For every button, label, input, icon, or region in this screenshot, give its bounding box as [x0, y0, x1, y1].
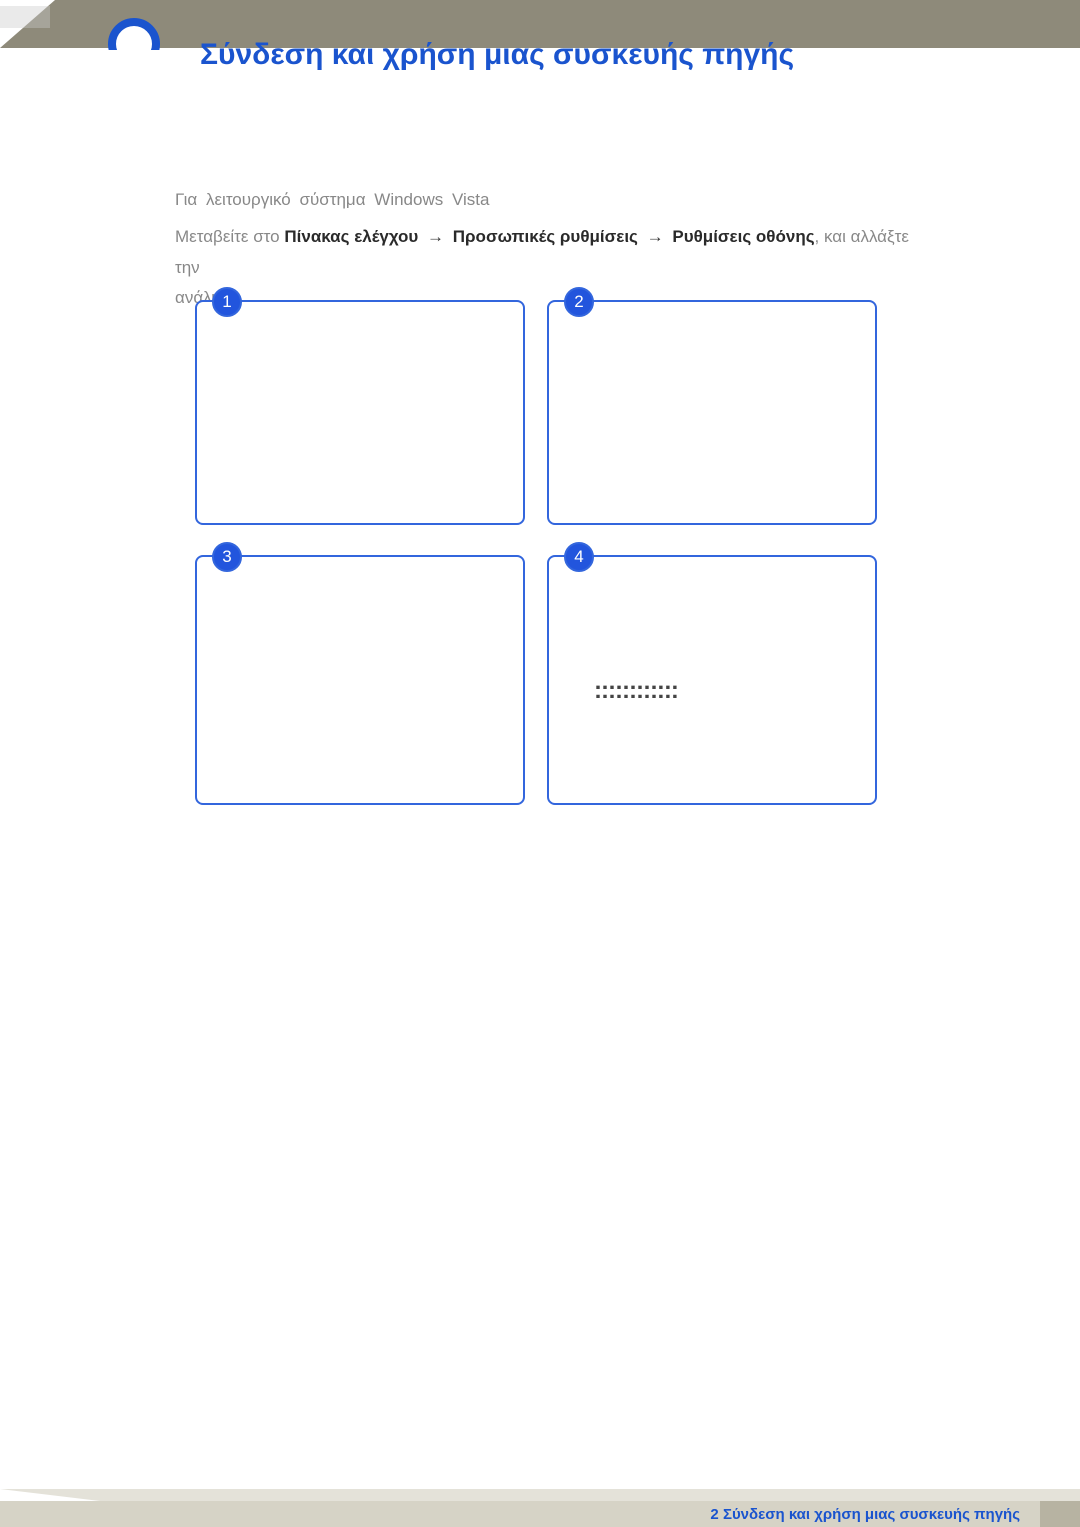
os-line: Για λειτουργικό σύστημα Windows Vista	[175, 190, 925, 210]
section-title: Σύνδεση και χρήση μιας συσκευής πηγής	[200, 38, 794, 72]
footer-chapter-number: 2	[710, 1506, 718, 1523]
step-badge-3: 3	[212, 542, 242, 572]
footer-bar-dark: 2 Σύνδεση και χρήση μιας συσκευής πηγής	[0, 1501, 1080, 1527]
path-segment-3: Ρυθμίσεις οθόνης	[672, 227, 814, 246]
footer-bar-light	[0, 1489, 1080, 1501]
screenshot-box-4: 4 ::::::::::::	[547, 555, 877, 805]
path-segment-2: Προσωπικές ρυθμίσεις	[453, 227, 638, 246]
footer-page-box	[1040, 1501, 1080, 1527]
step-badge-2: 2	[564, 287, 594, 317]
header-diagonal-decoration	[0, 0, 55, 48]
arrow-icon: →	[647, 227, 664, 246]
path-segment-1: Πίνακας ελέγχου	[284, 227, 418, 246]
footer-text: 2 Σύνδεση και χρήση μιας συσκευής πηγής	[710, 1506, 1020, 1523]
screenshot-box-2: 2	[547, 300, 877, 525]
screenshot-box-3: 3	[195, 555, 525, 805]
footer-chapter-title: Σύνδεση και χρήση μιας συσκευής πηγής	[723, 1506, 1020, 1523]
arrow-icon: →	[427, 227, 444, 246]
instruction-prefix: Μεταβείτε στο	[175, 227, 280, 246]
step-badge-4: 4	[564, 542, 594, 572]
step-badge-1: 1	[212, 287, 242, 317]
os-name: Windows Vista	[374, 190, 489, 209]
footer: 2 Σύνδεση και χρήση μιας συσκευής πηγής	[0, 1489, 1080, 1527]
screenshot-grid: 1 2 3 4 ::::::::::::	[195, 300, 877, 805]
os-prefix: Για λειτουργικό σύστημα	[175, 190, 366, 209]
placeholder-dots: ::::::::::::	[594, 677, 678, 705]
screenshot-box-1: 1	[195, 300, 525, 525]
chapter-circle-mask	[95, 50, 175, 90]
